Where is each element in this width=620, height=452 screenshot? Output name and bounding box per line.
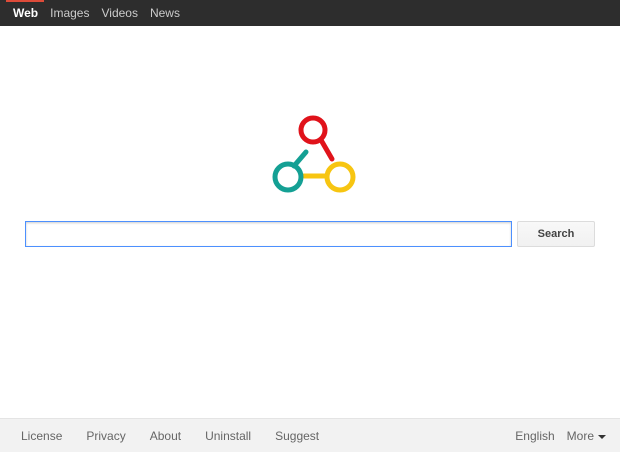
more-label: More [566, 429, 594, 443]
footer-privacy-link[interactable]: Privacy [74, 429, 137, 443]
top-nav-bar: Web Images Videos News [0, 0, 620, 26]
nav-web[interactable]: Web [0, 0, 44, 26]
search-input[interactable] [25, 221, 512, 247]
language-link[interactable]: English [509, 429, 560, 443]
search-page: Web Images Videos News Search License Pr… [0, 0, 620, 452]
caret-down-icon [598, 435, 606, 439]
footer-links: License Privacy About Uninstall Suggest [9, 419, 331, 452]
search-button[interactable]: Search [517, 221, 595, 247]
footer-about-link[interactable]: About [138, 429, 193, 443]
footer: License Privacy About Uninstall Suggest … [0, 418, 620, 452]
footer-suggest-link[interactable]: Suggest [263, 429, 331, 443]
nav-news[interactable]: News [144, 0, 186, 26]
footer-right: English More [509, 419, 612, 452]
nav-images[interactable]: Images [44, 0, 95, 26]
footer-license-link[interactable]: License [9, 429, 74, 443]
network-triangle-logo-icon [272, 115, 356, 193]
more-menu[interactable]: More [561, 429, 612, 443]
footer-uninstall-link[interactable]: Uninstall [193, 429, 263, 443]
nav-videos[interactable]: Videos [95, 0, 143, 26]
top-nav: Web Images Videos News [0, 0, 186, 26]
logo [268, 112, 360, 196]
